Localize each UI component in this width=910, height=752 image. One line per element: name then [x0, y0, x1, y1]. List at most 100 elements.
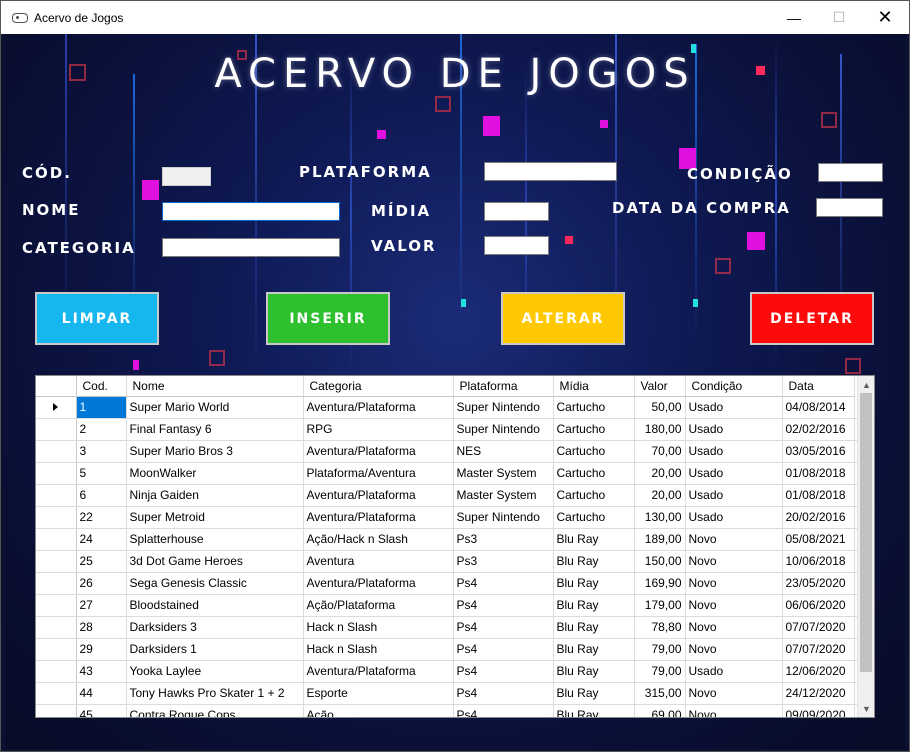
- table-row[interactable]: 29 Darksiders 1 Hack n Slash Ps4 Blu Ray 79,0…: [36, 638, 859, 661]
- cell-categoria[interactable]: Ação/Plataforma: [303, 594, 454, 617]
- cell-cod[interactable]: 27: [76, 594, 127, 617]
- row-header[interactable]: [36, 484, 77, 507]
- row-header[interactable]: [36, 616, 77, 639]
- title-bar[interactable]: Acervo de Jogos — ☐ ✕: [1, 1, 909, 34]
- cell-midia[interactable]: Cartucho: [553, 484, 635, 507]
- cell-valor[interactable]: 69,00: [634, 704, 686, 717]
- row-header[interactable]: [36, 572, 77, 595]
- inserir-button[interactable]: INSERIR: [266, 292, 390, 345]
- valor-field[interactable]: [484, 236, 549, 255]
- cell-cod[interactable]: 6: [76, 484, 127, 507]
- cell-cod[interactable]: 44: [76, 682, 127, 705]
- table-row[interactable]: 45 Contra Rogue Cops Ação Ps4 Blu Ray 69,00 No…: [36, 704, 859, 717]
- cell-nome[interactable]: Tony Hawks Pro Skater 1 + 2: [126, 682, 304, 705]
- table-row[interactable]: 3 Super Mario Bros 3 Aventura/Plataforma NE…: [36, 440, 859, 463]
- cell-categoria[interactable]: Ação/Hack n Slash: [303, 528, 454, 551]
- maximize-button[interactable]: ☐: [816, 1, 862, 34]
- column-header-cod[interactable]: Cod.: [76, 376, 127, 397]
- cell-valor[interactable]: 179,00: [634, 594, 686, 617]
- column-header-plataforma[interactable]: Plataforma: [453, 376, 554, 397]
- row-header[interactable]: [36, 528, 77, 551]
- cell-midia[interactable]: Blu Ray: [553, 528, 635, 551]
- cell-condicao[interactable]: Usado: [685, 462, 783, 485]
- cell-plataforma[interactable]: Ps4: [453, 594, 554, 617]
- nome-field[interactable]: [162, 202, 340, 221]
- table-row[interactable]: 26 Sega Genesis Classic Aventura/Plataform…: [36, 572, 859, 595]
- cell-data[interactable]: 02/02/2016: [782, 418, 855, 441]
- alterar-button[interactable]: ALTERAR: [501, 292, 625, 345]
- cell-condicao[interactable]: Novo: [685, 682, 783, 705]
- cell-midia[interactable]: Blu Ray: [553, 572, 635, 595]
- cell-midia[interactable]: Blu Ray: [553, 704, 635, 717]
- cell-midia[interactable]: Blu Ray: [553, 682, 635, 705]
- column-header-data[interactable]: Data: [782, 376, 855, 397]
- row-header[interactable]: [36, 682, 77, 705]
- cell-valor[interactable]: 130,00: [634, 506, 686, 529]
- categoria-field[interactable]: [162, 238, 340, 257]
- cell-condicao[interactable]: Novo: [685, 704, 783, 717]
- cell-data[interactable]: 07/07/2020: [782, 616, 855, 639]
- cell-valor[interactable]: 78,80: [634, 616, 686, 639]
- scroll-up-icon[interactable]: ▲: [858, 376, 874, 393]
- cell-nome[interactable]: Sega Genesis Classic: [126, 572, 304, 595]
- cell-data[interactable]: 10/06/2018: [782, 550, 855, 573]
- cell-valor[interactable]: 79,00: [634, 660, 686, 683]
- cell-plataforma[interactable]: Super Nintendo: [453, 396, 554, 419]
- cell-nome[interactable]: Yooka Laylee: [126, 660, 304, 683]
- cell-condicao[interactable]: Novo: [685, 528, 783, 551]
- cell-cod[interactable]: 28: [76, 616, 127, 639]
- cell-nome[interactable]: Ninja Gaiden: [126, 484, 304, 507]
- cell-valor[interactable]: 79,00: [634, 638, 686, 661]
- cell-categoria[interactable]: Aventura/Plataforma: [303, 572, 454, 595]
- limpar-button[interactable]: LIMPAR: [35, 292, 159, 345]
- cell-valor[interactable]: 20,00: [634, 462, 686, 485]
- cell-nome[interactable]: Final Fantasy 6: [126, 418, 304, 441]
- cell-data[interactable]: 23/05/2020: [782, 572, 855, 595]
- row-header[interactable]: [36, 704, 77, 717]
- cell-plataforma[interactable]: Ps4: [453, 638, 554, 661]
- cell-cod[interactable]: 3: [76, 440, 127, 463]
- row-header[interactable]: [36, 638, 77, 661]
- cell-categoria[interactable]: Aventura: [303, 550, 454, 573]
- cell-nome[interactable]: Darksiders 3: [126, 616, 304, 639]
- cell-condicao[interactable]: Usado: [685, 440, 783, 463]
- cell-condicao[interactable]: Usado: [685, 418, 783, 441]
- cell-categoria[interactable]: Ação: [303, 704, 454, 717]
- cell-valor[interactable]: 50,00: [634, 396, 686, 419]
- cell-cod[interactable]: 2: [76, 418, 127, 441]
- scroll-down-icon[interactable]: ▼: [858, 700, 874, 717]
- cell-data[interactable]: 05/08/2021: [782, 528, 855, 551]
- cell-nome[interactable]: Super Mario World: [126, 396, 304, 419]
- table-row[interactable]: 22 Super Metroid Aventura/Plataforma Super …: [36, 506, 859, 529]
- cell-midia[interactable]: Blu Ray: [553, 660, 635, 683]
- cell-condicao[interactable]: Novo: [685, 550, 783, 573]
- table-row[interactable]: 6 Ninja Gaiden Aventura/Plataforma Master S…: [36, 484, 859, 507]
- cell-valor[interactable]: 315,00: [634, 682, 686, 705]
- minimize-button[interactable]: —: [771, 1, 817, 34]
- cell-plataforma[interactable]: Ps3: [453, 550, 554, 573]
- cell-data[interactable]: 20/02/2016: [782, 506, 855, 529]
- cell-cod[interactable]: 24: [76, 528, 127, 551]
- cell-cod[interactable]: 45: [76, 704, 127, 717]
- cell-cod[interactable]: 1: [76, 396, 127, 419]
- cell-categoria[interactable]: Plataforma/Aventura: [303, 462, 454, 485]
- cell-plataforma[interactable]: Ps4: [453, 660, 554, 683]
- table-row[interactable]: 24 Splatterhouse Ação/Hack n Slash Ps3 Blu R…: [36, 528, 859, 551]
- close-button[interactable]: ✕: [862, 1, 908, 34]
- cell-nome[interactable]: Contra Rogue Cops: [126, 704, 304, 717]
- cell-data[interactable]: 07/07/2020: [782, 638, 855, 661]
- cell-cod[interactable]: 22: [76, 506, 127, 529]
- cell-nome[interactable]: Bloodstained: [126, 594, 304, 617]
- cell-midia[interactable]: Cartucho: [553, 418, 635, 441]
- table-row[interactable]: 27 Bloodstained Ação/Plataforma Ps4 Blu Ray 1…: [36, 594, 859, 617]
- cell-cod[interactable]: 5: [76, 462, 127, 485]
- data-compra-field[interactable]: [816, 198, 883, 217]
- column-header-condicao[interactable]: Condição: [685, 376, 783, 397]
- cell-plataforma[interactable]: Ps4: [453, 682, 554, 705]
- cell-categoria[interactable]: Aventura/Plataforma: [303, 660, 454, 683]
- row-header[interactable]: [36, 396, 77, 419]
- cell-categoria[interactable]: Hack n Slash: [303, 616, 454, 639]
- cell-valor[interactable]: 169,90: [634, 572, 686, 595]
- cell-plataforma[interactable]: Ps4: [453, 704, 554, 717]
- cell-data[interactable]: 03/05/2016: [782, 440, 855, 463]
